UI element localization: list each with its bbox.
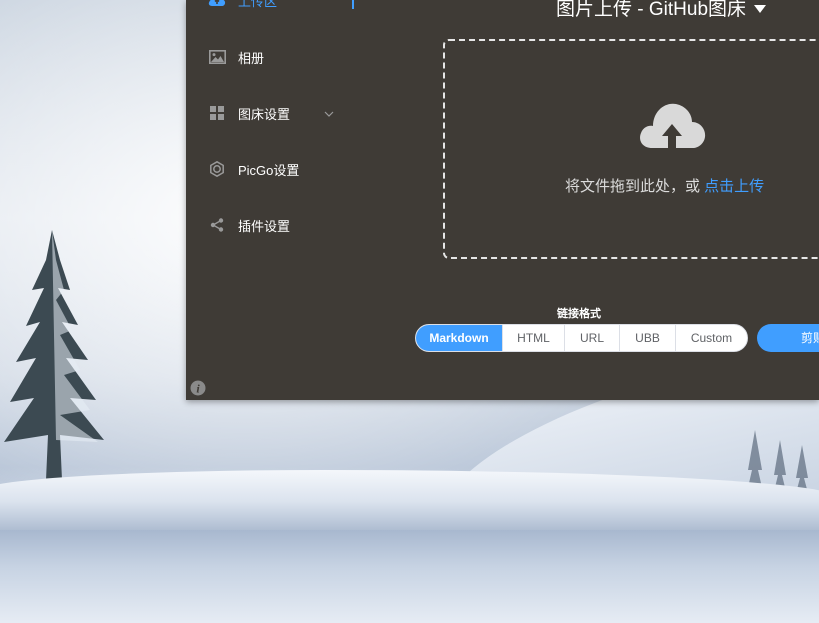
caret-down-icon [754,0,767,19]
active-indicator [352,0,354,9]
format-option-html[interactable]: HTML [502,325,564,351]
image-icon [208,48,226,66]
sidebar: 上传区 相册 图床设置 PicGo设置 插件设置 i [186,0,356,400]
info-icon[interactable]: i [190,380,206,400]
picbed-title-dropdown[interactable]: 图片上传 - GitHub图床 [556,0,767,21]
sidebar-item-gallery[interactable]: 相册 [208,47,264,67]
upload-hint: 将文件拖到此处，或 点击上传 [565,175,764,196]
link-format-label: 链接格式 [557,308,601,320]
upload-dropzone[interactable]: 将文件拖到此处，或 点击上传 [443,39,819,259]
clipboard-upload-button[interactable]: 剪贴 [757,324,819,352]
format-option-ubb[interactable]: UBB [619,325,675,351]
chevron-down-icon[interactable] [324,104,334,122]
click-upload-link[interactable]: 点击上传 [704,178,764,195]
cloud-upload-icon [208,0,226,9]
snow-ground [0,530,819,623]
picgo-window: 上传区 相册 图床设置 PicGo设置 插件设置 i 图片上传 - GitHub… [186,0,819,400]
sidebar-item-label: 插件设置 [238,218,291,234]
sidebar-item-upload[interactable]: 上传区 [208,0,277,10]
format-option-custom[interactable]: Custom [675,325,747,351]
upload-hint-text: 将文件拖到此处，或 [565,178,705,195]
sidebar-item-label: 相册 [238,50,265,66]
grid-icon [208,104,226,122]
sidebar-item-picbed-settings[interactable]: 图床设置 [208,103,290,123]
pine-tree [4,230,104,480]
upload-cloud-icon [638,98,706,155]
sidebar-item-label: PicGo设置 [238,162,300,178]
sidebar-item-plugin-settings[interactable]: 插件设置 [208,215,290,235]
sidebar-item-picgo-settings[interactable]: PicGo设置 [208,159,299,179]
share-icon [208,216,226,234]
format-option-markdown[interactable]: Markdown [416,325,502,351]
page-title: 图片上传 - GitHub图床 [556,0,747,20]
sidebar-item-label: 上传区 [238,0,278,9]
format-option-url[interactable]: URL [564,325,619,351]
settings-cog-icon [208,160,226,178]
link-format-group: Markdown HTML URL UBB Custom [415,324,748,352]
sidebar-item-label: 图床设置 [238,106,291,122]
